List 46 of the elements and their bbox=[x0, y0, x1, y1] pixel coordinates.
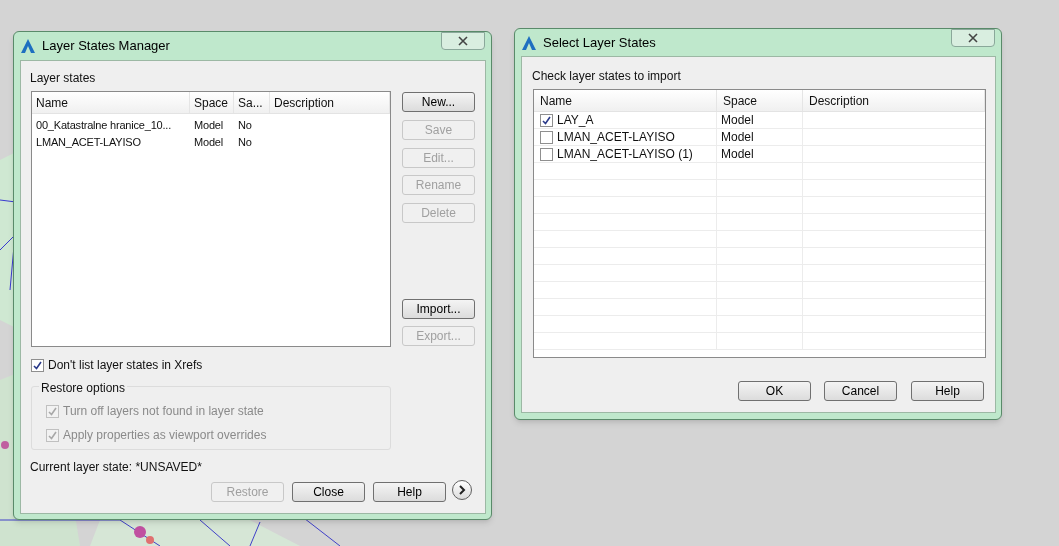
column-header[interactable]: Description bbox=[270, 92, 390, 113]
column-header[interactable]: Space bbox=[717, 90, 803, 111]
window-title: Layer States Manager bbox=[42, 37, 170, 56]
instruction-text: Check layer states to import bbox=[532, 68, 681, 85]
close-icon bbox=[967, 33, 979, 43]
table-cell-text: Model bbox=[193, 135, 224, 151]
table-cell-text: No bbox=[237, 118, 253, 134]
button[interactable]: New... bbox=[402, 92, 475, 112]
close-button[interactable] bbox=[951, 29, 995, 47]
window-title: Select Layer States bbox=[543, 34, 656, 53]
checkbox-label: Don't list layer states in Xrefs bbox=[48, 357, 203, 374]
column-header[interactable]: Sa... bbox=[234, 92, 270, 113]
table-cell-text: LMAN_ACET-LAYISO (1) bbox=[557, 146, 693, 163]
checkbox[interactable] bbox=[540, 147, 553, 161]
checkbox-label: Apply properties as viewport overrides bbox=[63, 427, 267, 444]
checkbox[interactable] bbox=[540, 130, 553, 144]
button[interactable]: OK bbox=[738, 381, 811, 401]
table-cell-text: LAY_A bbox=[557, 112, 594, 129]
column-header[interactable]: Space bbox=[190, 92, 234, 113]
table-cell-text: No bbox=[237, 135, 253, 151]
expand-button[interactable] bbox=[452, 480, 472, 500]
table-cell-text: Model bbox=[193, 118, 224, 134]
table-cell-text: LMAN_ACET-LAYISO bbox=[35, 135, 142, 151]
column-header[interactable]: Name bbox=[534, 90, 717, 111]
table-cell-text: LMAN_ACET-LAYISO bbox=[557, 129, 675, 146]
button[interactable]: Help bbox=[373, 482, 446, 502]
app-logo-icon bbox=[20, 38, 36, 54]
button[interactable]: Help bbox=[911, 381, 984, 401]
table-cell-text: Model bbox=[720, 112, 755, 129]
checkbox-label: Turn off layers not found in layer state bbox=[63, 403, 264, 420]
close-button[interactable] bbox=[441, 32, 485, 50]
close-icon bbox=[457, 36, 469, 46]
button[interactable]: Close bbox=[292, 482, 365, 502]
column-header[interactable]: Name bbox=[32, 92, 190, 113]
status-text: Current layer state: *UNSAVED* bbox=[30, 459, 202, 476]
section-label: Layer states bbox=[30, 70, 96, 87]
column-header[interactable]: Description bbox=[803, 90, 985, 111]
app-logo-icon bbox=[521, 35, 537, 51]
checkbox[interactable] bbox=[31, 358, 44, 372]
button[interactable]: Cancel bbox=[824, 381, 897, 401]
table-cell-text: Model bbox=[720, 129, 755, 146]
table-cell-text: 00_Katastralne hranice_10... bbox=[35, 118, 173, 134]
table-cell-text: Model bbox=[720, 146, 755, 163]
button[interactable]: Import... bbox=[402, 299, 475, 319]
chevron-right-icon bbox=[458, 485, 466, 495]
checkbox[interactable] bbox=[540, 113, 553, 127]
